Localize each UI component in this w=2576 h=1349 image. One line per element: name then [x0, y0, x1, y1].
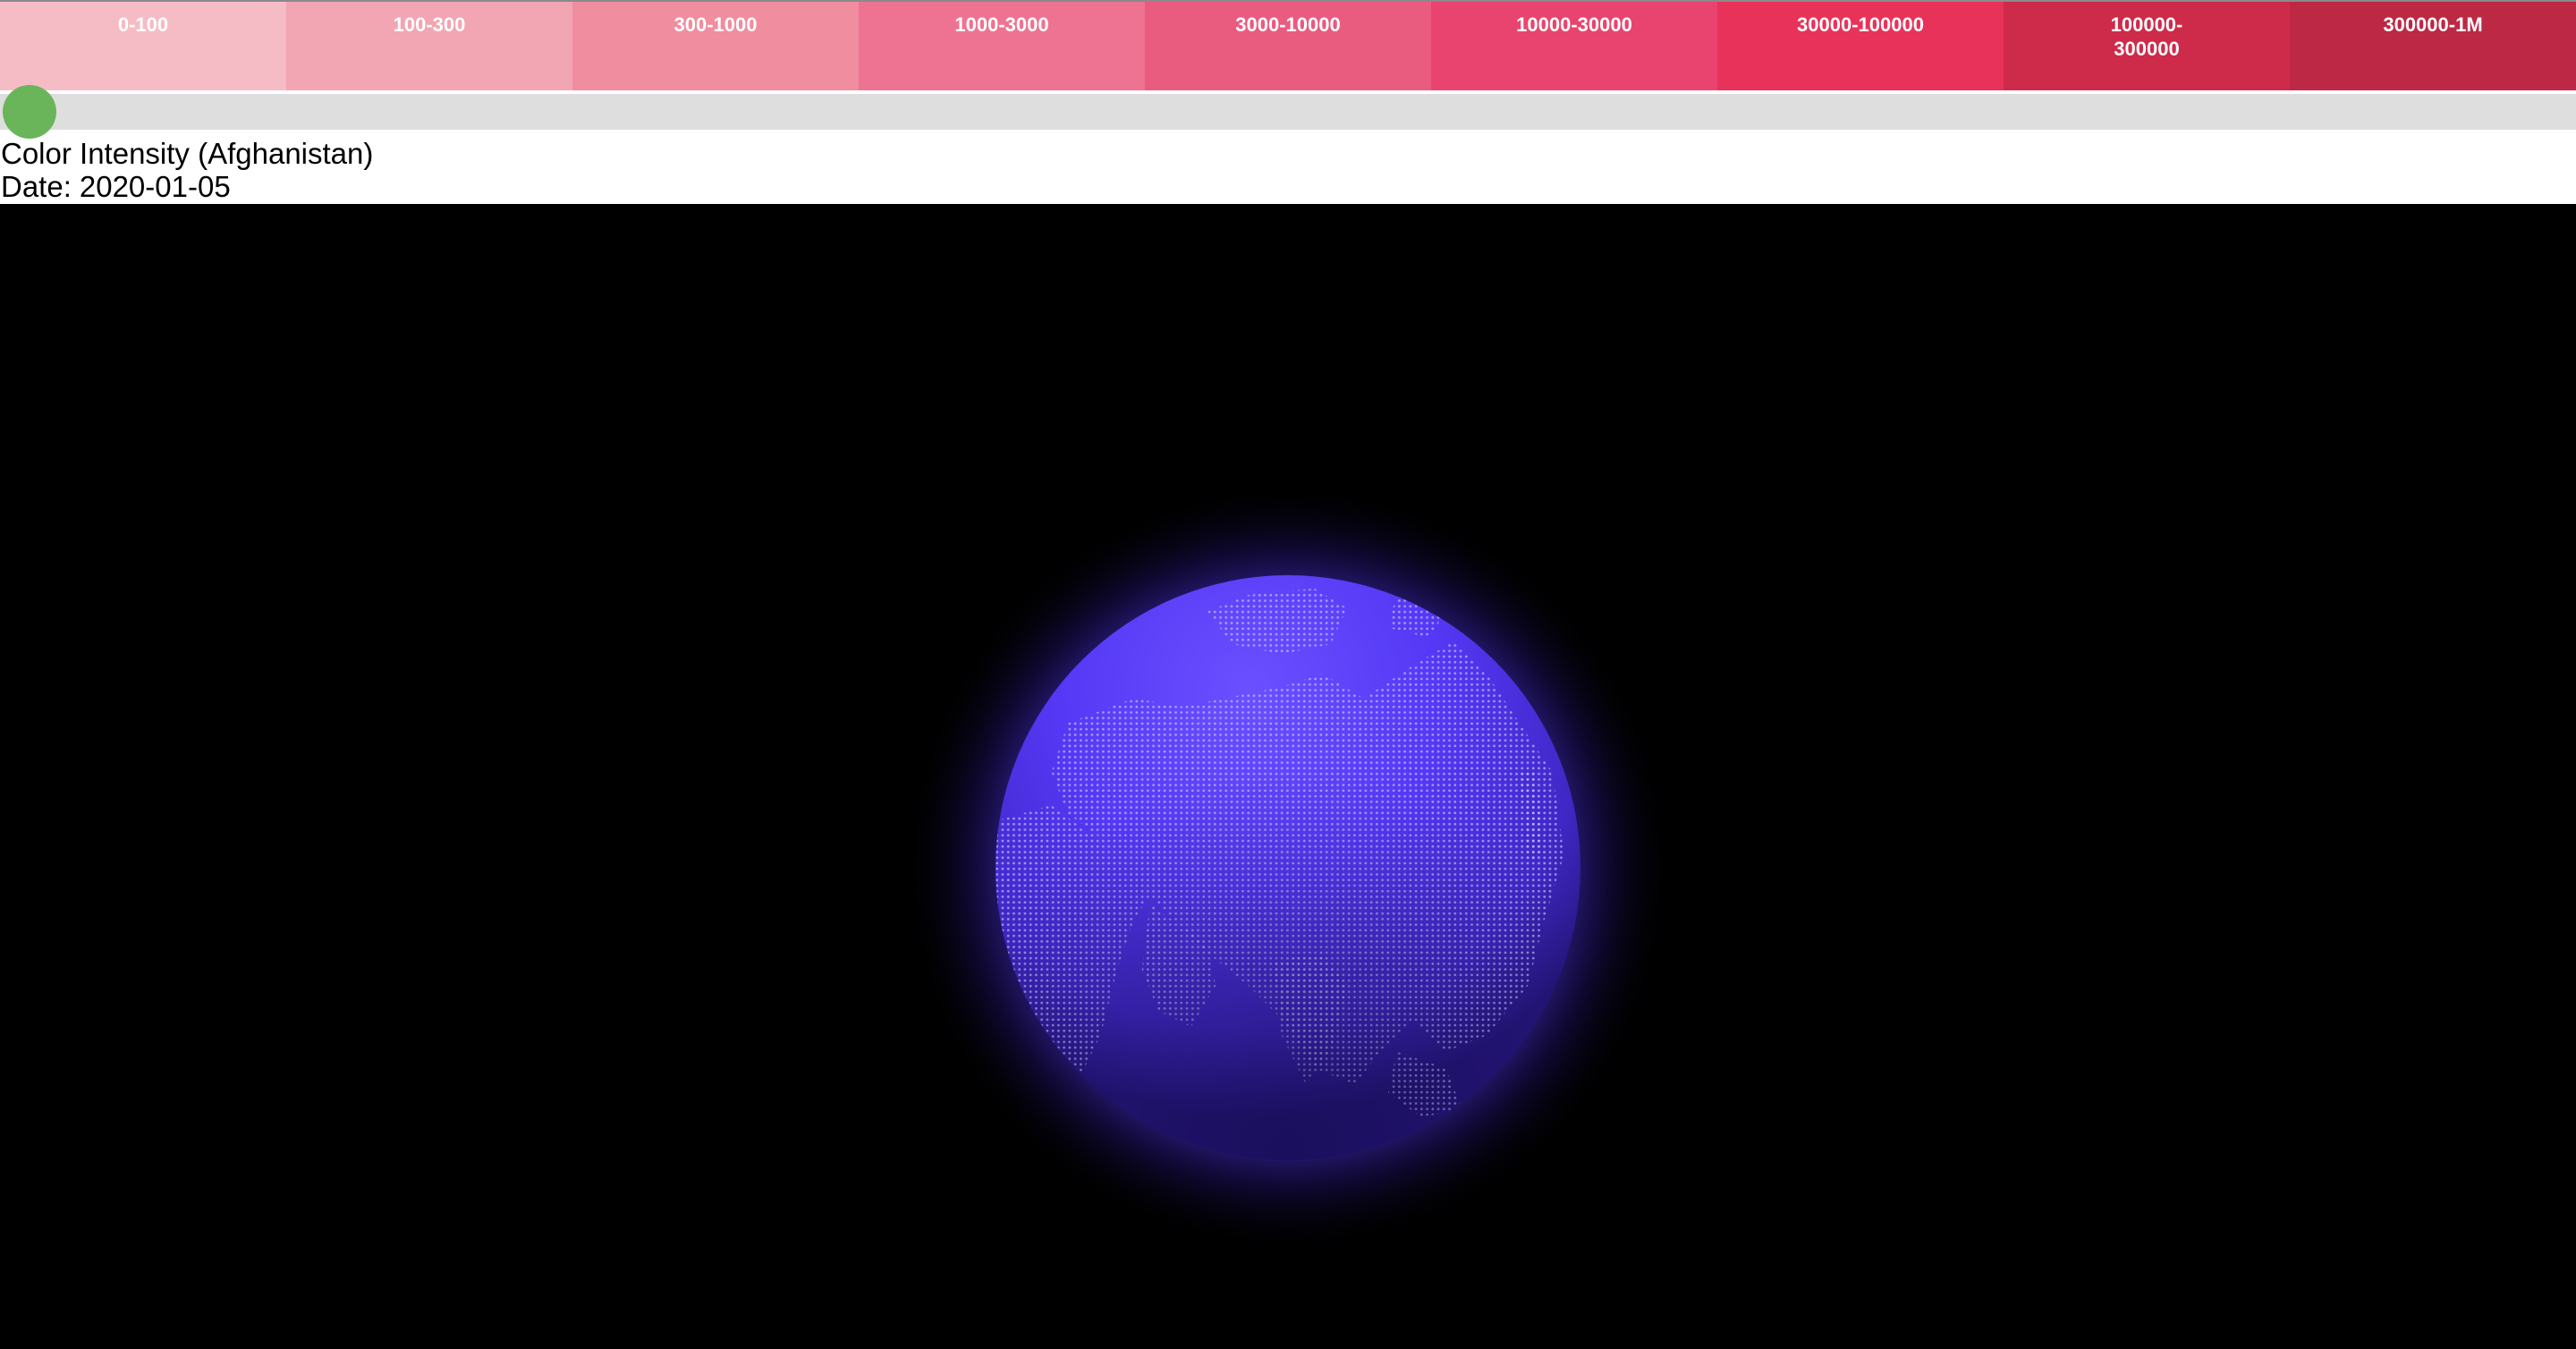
color-intensity-title: Color Intensity (Afghanistan) [1, 137, 374, 170]
legend-bin-10000-30000: 10000-30000 [1431, 2, 1717, 90]
legend-bin-label: 1000-3000 [954, 13, 1049, 36]
color-legend: 0-100 100-300 300-1000 1000-3000 3000-10… [0, 0, 2576, 90]
date-label: Date: [1, 170, 72, 203]
slider-thumb[interactable] [3, 85, 56, 139]
legend-bin-label: 30000-100000 [1797, 13, 1924, 36]
globe-shading [996, 575, 1580, 1160]
legend-bin-30000-100000: 30000-100000 [1717, 2, 2004, 90]
legend-bin-label: 300-1000 [674, 13, 758, 36]
legend-bin-label: 100000-300000 [2110, 13, 2183, 60]
info-panel: Color Intensity (Afghanistan) Date: 2020-… [1, 137, 373, 203]
legend-bin-label: 10000-30000 [1516, 13, 1632, 36]
date-slider[interactable] [0, 85, 2576, 139]
legend-bin-300000-1m: 300000-1M [2290, 2, 2576, 90]
globe-viewport[interactable] [0, 204, 2576, 1349]
legend-bin-label: 3000-10000 [1235, 13, 1341, 36]
legend-bin-300-1000: 300-1000 [572, 2, 859, 90]
legend-bin-label: 100-300 [393, 13, 466, 36]
legend-bin-label: 0-100 [117, 13, 169, 36]
legend-bin-0-100: 0-100 [0, 2, 286, 90]
legend-bin-100-300: 100-300 [286, 2, 572, 90]
legend-bin-3000-10000: 3000-10000 [1145, 2, 1431, 90]
legend-bin-100000-300000: 100000-300000 [2004, 2, 2290, 90]
legend-bin-label: 300000-1M [2383, 13, 2483, 36]
date-readout: Date: 2020-01-05 [1, 170, 373, 203]
date-value: 2020-01-05 [79, 170, 231, 203]
slider-track[interactable] [0, 94, 2576, 130]
globe-canvas[interactable] [0, 204, 2576, 1349]
legend-bin-1000-3000: 1000-3000 [859, 2, 1145, 90]
